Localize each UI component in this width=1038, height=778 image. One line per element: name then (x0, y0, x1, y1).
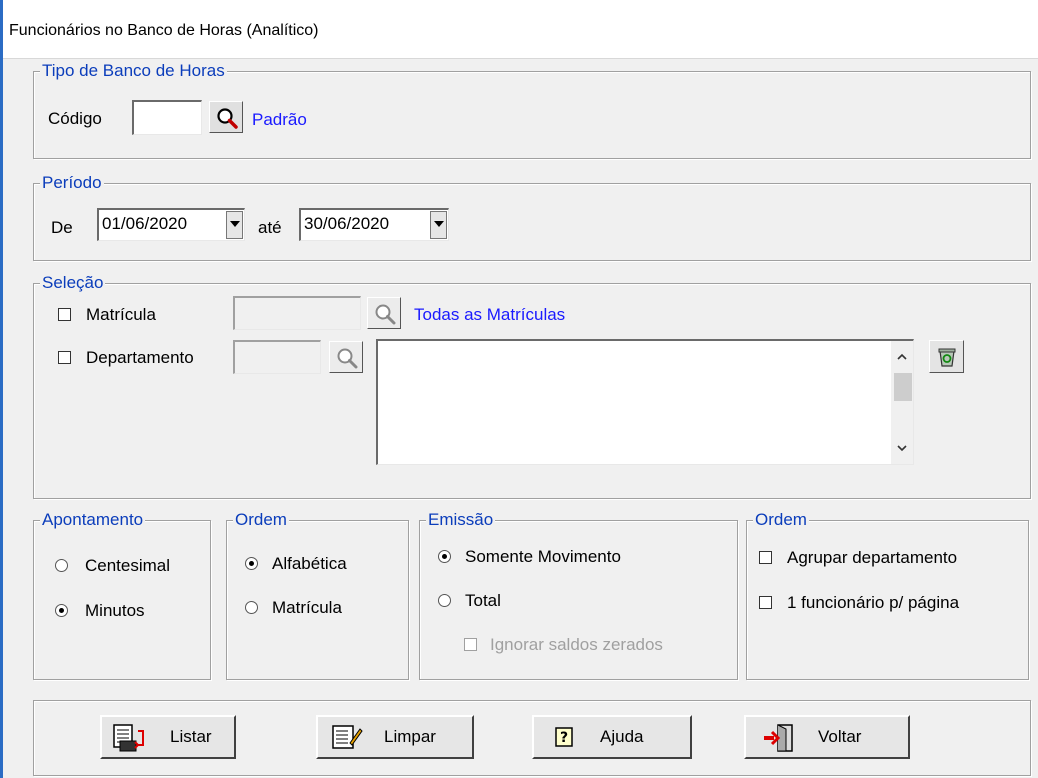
minutos-label[interactable]: Minutos (85, 601, 145, 621)
search-icon (375, 304, 396, 325)
centesimal-radio[interactable] (55, 559, 68, 572)
matricula-input[interactable] (233, 296, 361, 330)
title-bar: Funcionários no Banco de Horas (Analític… (3, 0, 1038, 59)
recycle-bin-icon (938, 348, 956, 367)
search-icon (217, 108, 238, 129)
departamento-input[interactable] (233, 340, 321, 374)
actions-panel: Listar Limpar ? Ajuda Voltar (33, 700, 1031, 776)
matricula-checkbox[interactable] (58, 308, 71, 321)
ignorar-saldos-label[interactable]: Ignorar saldos zerados (490, 635, 663, 655)
clear-form-icon (332, 725, 363, 749)
periodo-group: Período De 01/06/2020 até 30/06/2020 (33, 172, 1031, 261)
minutos-radio[interactable] (55, 604, 68, 617)
departamento-label[interactable]: Departamento (86, 348, 194, 368)
listar-button[interactable]: Listar (100, 715, 236, 759)
agrupar-departamento-label[interactable]: Agrupar departamento (787, 548, 957, 568)
matricula-description: Todas as Matrículas (414, 305, 566, 324)
departamento-checkbox[interactable] (58, 351, 71, 364)
ajuda-button[interactable]: ? Ajuda (532, 715, 692, 759)
scroll-thumb[interactable] (894, 373, 912, 401)
ignorar-saldos-checkbox[interactable] (464, 638, 477, 651)
selecao-group: Seleção Matrícula Todas as Matrículas De… (33, 272, 1031, 499)
ordem-legend: Ordem (233, 509, 289, 531)
alfabetica-radio[interactable] (245, 557, 258, 570)
codigo-label: Código (48, 109, 102, 128)
ate-label: até (258, 218, 282, 237)
matricula-ordem-radio[interactable] (245, 601, 258, 614)
emissao-legend: Emissão (426, 509, 496, 531)
data-inicial-dropdown-button[interactable] (226, 211, 243, 239)
listar-label: Listar (170, 727, 212, 746)
total-label[interactable]: Total (465, 591, 501, 611)
periodo-legend: Período (40, 172, 104, 194)
departamento-search-button[interactable] (329, 341, 363, 373)
data-final-dropdown-button[interactable] (430, 211, 447, 239)
codigo-input[interactable] (132, 100, 202, 135)
departamento-list-scrollbar[interactable] (891, 341, 913, 464)
data-final-picker[interactable]: 30/06/2020 (299, 208, 449, 241)
um-funcionario-checkbox[interactable] (759, 596, 772, 609)
matricula-ordem-label[interactable]: Matrícula (272, 598, 342, 618)
ordem-group: Ordem Alfabética Matrícula (226, 509, 409, 680)
selecao-legend: Seleção (40, 272, 106, 294)
report-window: Funcionários no Banco de Horas (Analític… (0, 0, 1038, 778)
scroll-up-icon[interactable] (891, 347, 913, 365)
tipo-banco-legend: Tipo de Banco de Horas (40, 60, 227, 82)
exit-door-icon (764, 724, 793, 752)
agrupar-departamento-checkbox[interactable] (759, 551, 772, 564)
codigo-search-button[interactable] (209, 101, 243, 133)
limpar-button[interactable]: Limpar (316, 715, 474, 759)
apontamento-legend: Apontamento (40, 509, 146, 531)
centesimal-label[interactable]: Centesimal (85, 556, 170, 576)
print-preview-icon (113, 724, 144, 752)
scroll-down-icon[interactable] (891, 440, 913, 458)
voltar-button[interactable]: Voltar (744, 715, 910, 759)
emissao-group: Emissão Somente Movimento Total Ignorar … (419, 509, 738, 680)
window-left-edge (0, 0, 3, 778)
alfabetica-label[interactable]: Alfabética (272, 554, 347, 574)
matricula-label[interactable]: Matrícula (86, 305, 156, 325)
ordem-opcoes-legend: Ordem (753, 509, 809, 531)
limpar-label: Limpar (384, 727, 436, 746)
ajuda-label: Ajuda (600, 727, 644, 746)
departamento-list[interactable] (376, 339, 914, 465)
somente-movimento-label[interactable]: Somente Movimento (465, 547, 621, 567)
search-icon (337, 348, 358, 369)
um-funcionario-label[interactable]: 1 funcionário p/ página (787, 593, 959, 613)
total-radio[interactable] (438, 594, 451, 607)
de-label: De (51, 218, 73, 237)
ordem-opcoes-group: Ordem Agrupar departamento 1 funcionário… (746, 509, 1029, 680)
somente-movimento-radio[interactable] (438, 550, 451, 563)
svg-text:?: ? (560, 730, 568, 746)
apontamento-group: Apontamento Centesimal Minutos (33, 509, 211, 680)
data-inicial-picker[interactable]: 01/06/2020 (97, 208, 245, 241)
tipo-banco-description: Padrão (252, 110, 307, 129)
help-icon: ? (555, 727, 573, 747)
matricula-search-button[interactable] (367, 297, 401, 329)
window-title: Funcionários no Banco de Horas (Analític… (9, 22, 319, 39)
limpar-lista-button[interactable] (929, 340, 964, 373)
tipo-banco-group: Tipo de Banco de Horas Código Padrão (33, 60, 1031, 159)
voltar-label: Voltar (818, 727, 862, 746)
